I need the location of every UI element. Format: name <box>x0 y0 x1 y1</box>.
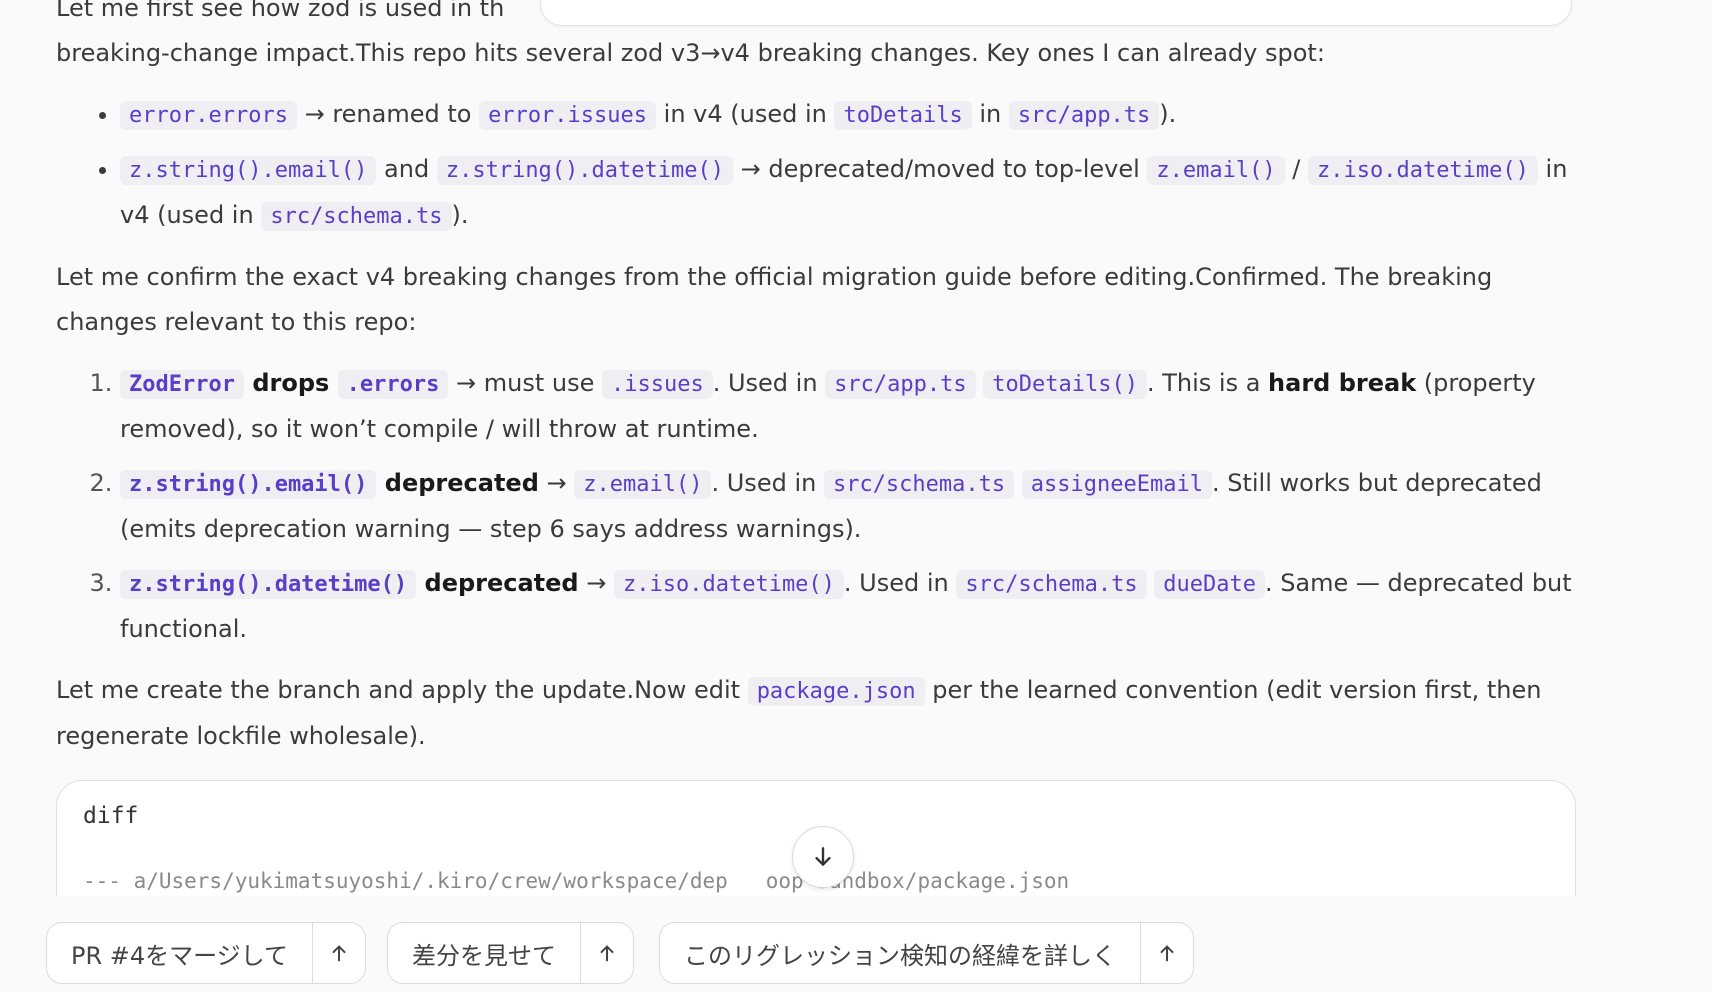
send-suggestion-button[interactable] <box>580 923 633 983</box>
arrow-down-icon <box>815 847 831 866</box>
message-paragraph-3: Let me create the branch and apply the u… <box>56 676 1542 750</box>
arrow-up-icon <box>1160 945 1174 962</box>
list-item: ZodError drops .errors → must use .issue… <box>120 361 1576 452</box>
suggestion-chip-merge-pr[interactable]: PR #4をマージして <box>46 922 366 984</box>
arrow-up-icon <box>332 945 346 962</box>
message-paragraph-1: Let me first see how zod is used in th b… <box>56 0 1325 67</box>
suggestion-chip-regression-details[interactable]: このリグレッション検知の経緯を詳しく <box>659 922 1194 984</box>
suggestion-chip-show-diff[interactable]: 差分を見せて <box>387 922 634 984</box>
list-item: z.string().email() and z.string().dateti… <box>120 147 1576 239</box>
code-line: --- a/Users/yukimatsuyoshi/.kiro/crew/wo… <box>83 869 1070 893</box>
send-suggestion-button[interactable] <box>311 923 365 983</box>
arrow-up-icon <box>600 945 614 962</box>
send-suggestion-button[interactable] <box>1140 923 1193 983</box>
list-item: z.string().datetime() deprecated → z.iso… <box>120 561 1576 652</box>
assistant-message: Let me first see how zod is used in th b… <box>56 0 1576 775</box>
scroll-to-bottom-button[interactable] <box>792 826 854 888</box>
code-language-label: diff <box>83 803 139 829</box>
numbered-list: ZodError drops .errors → must use .issue… <box>56 361 1576 652</box>
bullet-list: error.errors → renamed to error.issues i… <box>56 92 1576 239</box>
message-paragraph-2: Let me confirm the exact v4 breaking cha… <box>56 263 1493 336</box>
list-item: z.string().email() deprecated → z.email(… <box>120 461 1576 552</box>
list-item: error.errors → renamed to error.issues i… <box>120 92 1576 138</box>
